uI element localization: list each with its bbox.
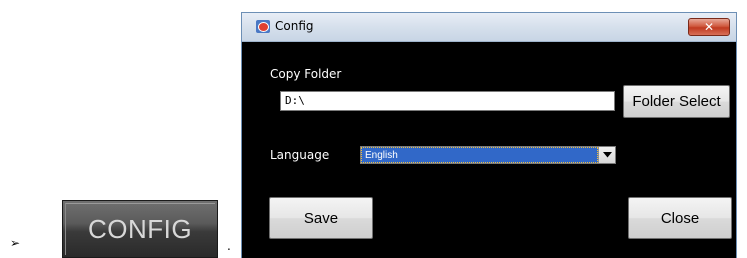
save-button[interactable]: Save [269,197,373,239]
bullet-marker: ➢ [10,236,21,250]
close-button-label: Close [660,209,700,227]
folder-path-input[interactable]: D:\ [280,91,615,111]
folder-select-button[interactable]: Folder Select [623,85,730,118]
language-dropdown[interactable]: English [360,146,616,164]
folder-select-label: Folder Select [632,93,721,110]
config-button[interactable]: CONFIG [62,200,218,258]
dialog-titlebar[interactable]: Config ✕ [242,13,736,42]
dialog-content: Copy Folder D:\ Folder Select Language E… [242,42,736,258]
chevron-down-icon[interactable] [598,147,615,163]
copy-folder-label: Copy Folder [270,67,342,81]
close-button[interactable]: Close [628,197,732,239]
trailing-dot: . [227,239,231,253]
config-button-label: CONFIG [87,213,193,244]
language-label: Language [270,148,330,162]
config-dialog: Config ✕ Copy Folder D:\ Folder Select L… [241,12,737,258]
save-button-label: Save [303,209,339,227]
close-icon[interactable]: ✕ [688,18,730,36]
dialog-title: Config [275,19,314,33]
app-icon [256,20,270,33]
language-selected-value: English [361,147,598,163]
